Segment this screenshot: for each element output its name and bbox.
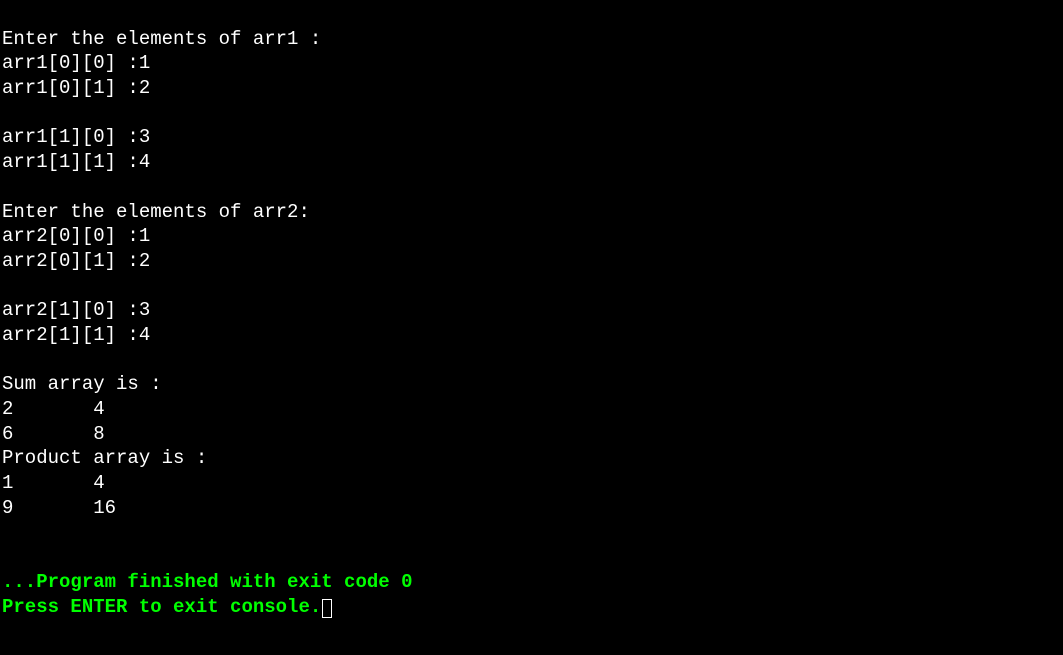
sum-header: Sum array is :: [2, 373, 162, 395]
arr1-input-line: arr1[1][0] :3: [2, 126, 150, 148]
terminal-output[interactable]: Enter the elements of arr1 : arr1[0][0] …: [2, 2, 1061, 619]
product-row: 9 16: [2, 497, 116, 519]
arr2-input-line: arr2[1][0] :3: [2, 299, 150, 321]
sum-row: 6 8: [2, 423, 105, 445]
exit-message: ...Program finished with exit code 0: [2, 571, 412, 593]
prompt-arr1: Enter the elements of arr1 :: [2, 28, 321, 50]
arr1-input-line: arr1[0][1] :2: [2, 77, 150, 99]
prompt-arr2: Enter the elements of arr2:: [2, 201, 310, 223]
arr1-input-line: arr1[1][1] :4: [2, 151, 150, 173]
arr2-input-line: arr2[0][1] :2: [2, 250, 150, 272]
arr2-input-line: arr2[1][1] :4: [2, 324, 150, 346]
arr2-input-line: arr2[0][0] :1: [2, 225, 150, 247]
cursor-icon: [322, 599, 332, 618]
product-row: 1 4: [2, 472, 105, 494]
press-enter-prompt: Press ENTER to exit console.: [2, 596, 321, 618]
sum-row: 2 4: [2, 398, 105, 420]
product-header: Product array is :: [2, 447, 207, 469]
arr1-input-line: arr1[0][0] :1: [2, 52, 150, 74]
